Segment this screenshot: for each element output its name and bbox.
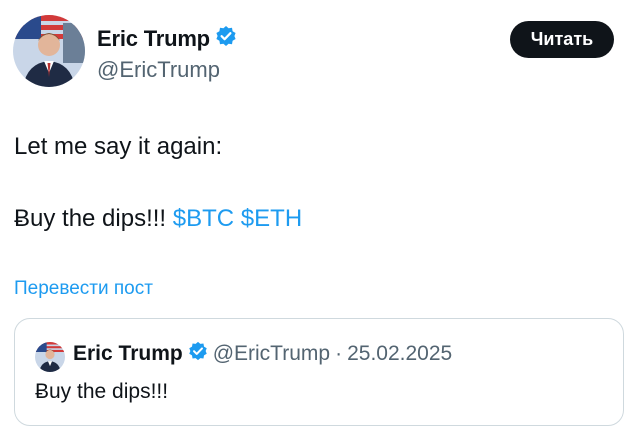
tweet-text-line2-row: Ƀuy the dips!!! $BTC $ETH	[14, 204, 302, 234]
quote-separator: ·	[335, 342, 343, 365]
tweet-text-line1: Let me say it again:	[14, 133, 223, 160]
cashtag-btc[interactable]: $BTC	[173, 205, 234, 232]
verified-badge-icon	[188, 341, 208, 367]
cashtag-eth[interactable]: $ETH	[241, 205, 302, 232]
verified-badge-icon	[215, 25, 237, 52]
tweet-text: Let me say it again: Ƀuy the dips!!! $BT…	[14, 132, 302, 234]
quote-author-handle: @EricTrump	[212, 342, 331, 365]
quote-header: Eric Trump @EricTrump · 25.02.2025	[73, 341, 452, 367]
tweet-text-line2: Ƀuy the dips!!!	[14, 205, 167, 232]
quoted-tweet[interactable]: Eric Trump @EricTrump · 25.02.2025 Ƀuy t…	[14, 318, 624, 426]
author-handle[interactable]: @EricTrump	[97, 57, 220, 83]
quote-avatar	[35, 342, 65, 372]
avatar[interactable]	[13, 15, 85, 87]
translate-post-link[interactable]: Перевести пост	[14, 278, 153, 300]
quote-date: 25.02.2025	[347, 342, 453, 365]
quote-text: Ƀuy the dips!!!	[35, 380, 169, 403]
quote-author-name: Eric Trump	[73, 342, 183, 365]
author-name[interactable]: Eric Trump	[97, 26, 210, 52]
follow-button[interactable]: Читать	[510, 21, 614, 58]
author-row: Eric Trump	[97, 25, 237, 52]
